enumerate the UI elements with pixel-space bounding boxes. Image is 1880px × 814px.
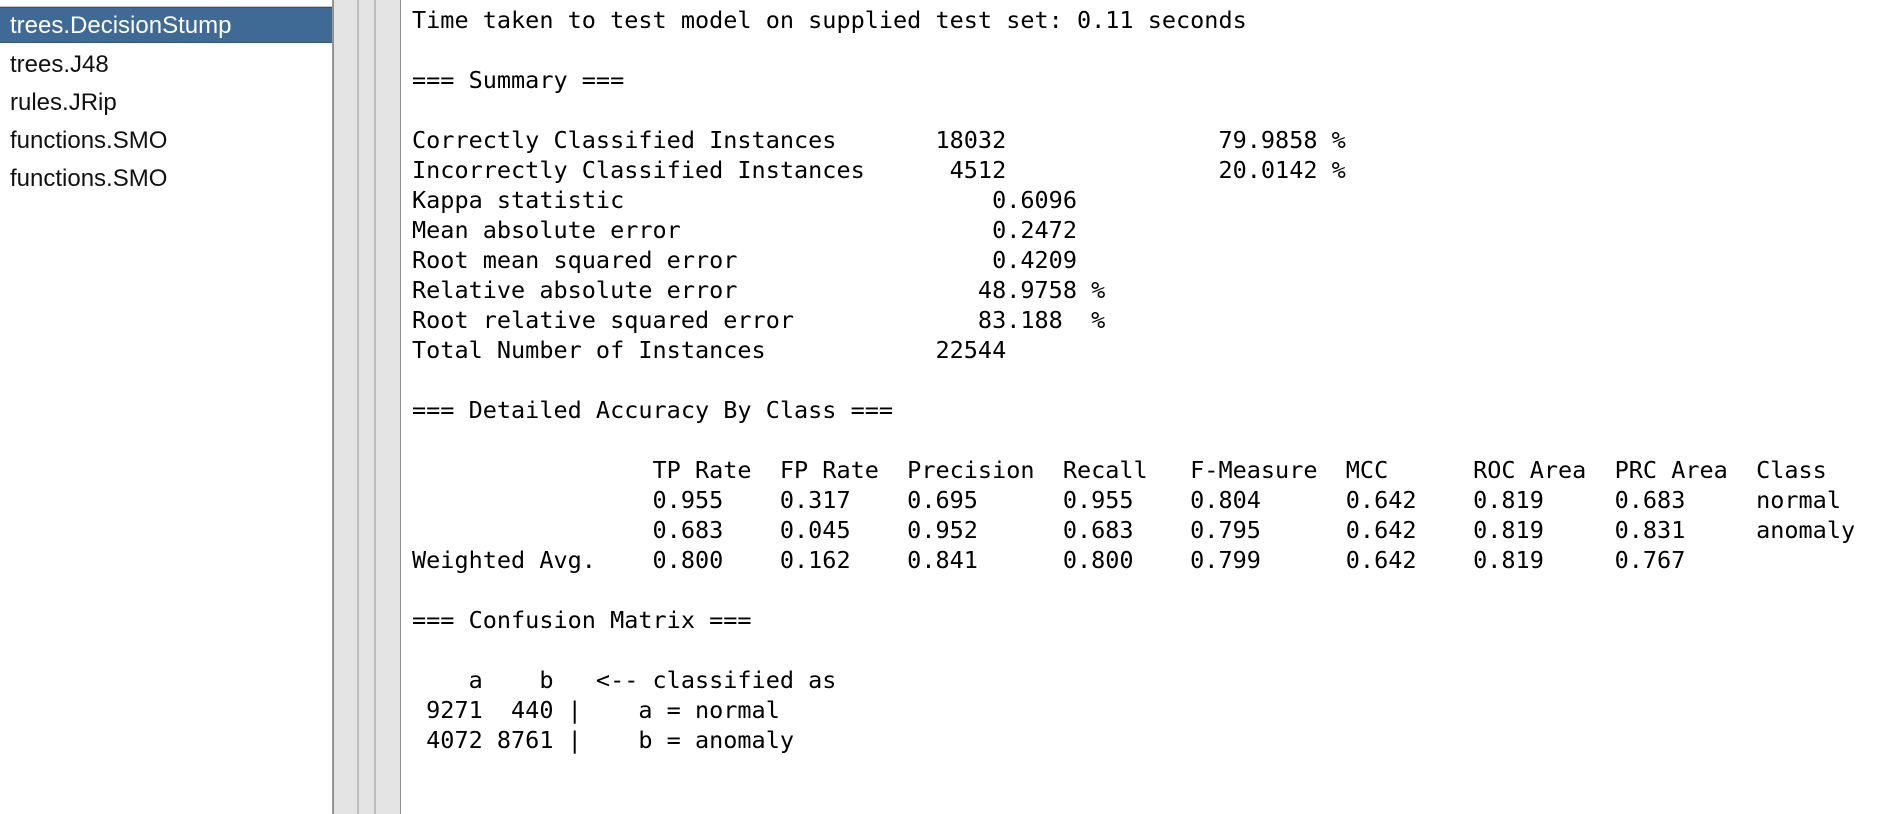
output-line: 4072 8761 | b = anomaly bbox=[412, 726, 795, 754]
output-line: Root relative squared error 83.188 % bbox=[412, 306, 1106, 334]
splitter-edge bbox=[333, 0, 334, 814]
weka-classifier-window: trees.DecisionStump trees.J48 rules.JRip… bbox=[0, 0, 1880, 814]
output-line: === Detailed Accuracy By Class === bbox=[412, 396, 894, 424]
splitter-grip-line bbox=[374, 0, 376, 814]
output-line: Kappa statistic 0.6096 bbox=[412, 186, 1077, 214]
output-line: Root mean squared error 0.4209 bbox=[412, 246, 1077, 274]
splitter-grip-line bbox=[357, 0, 359, 814]
output-line: a b <-- classified as bbox=[412, 666, 837, 694]
result-list-item-decision-stump[interactable]: trees.DecisionStump bbox=[0, 7, 332, 43]
output-line: 9271 440 | a = normal bbox=[412, 696, 780, 724]
result-list-item-j48[interactable]: trees.J48 bbox=[0, 47, 332, 83]
result-list-top-edge bbox=[0, 0, 332, 7]
output-line: Time taken to test model on supplied tes… bbox=[412, 6, 1247, 34]
output-line: === Confusion Matrix === bbox=[412, 606, 752, 634]
result-list-panel: trees.DecisionStump trees.J48 rules.JRip… bbox=[0, 0, 333, 814]
result-list-item-jrip[interactable]: rules.JRip bbox=[0, 85, 332, 121]
panel-splitter[interactable] bbox=[333, 0, 400, 814]
output-line: Relative absolute error 48.9758 % bbox=[412, 276, 1106, 304]
result-list-item-smo-2[interactable]: functions.SMO bbox=[0, 161, 332, 197]
output-line: === Summary === bbox=[412, 66, 625, 94]
output-line: Correctly Classified Instances 18032 79.… bbox=[412, 126, 1346, 154]
output-line: Mean absolute error 0.2472 bbox=[412, 216, 1077, 244]
result-list-item-smo-1[interactable]: functions.SMO bbox=[0, 123, 332, 159]
classifier-output-panel[interactable]: Time taken to test model on supplied tes… bbox=[400, 0, 1880, 814]
classifier-output-text: Time taken to test model on supplied tes… bbox=[412, 5, 1855, 755]
output-line: 0.683 0.045 0.952 0.683 0.795 0.642 0.81… bbox=[412, 516, 1856, 544]
output-line: Incorrectly Classified Instances 4512 20… bbox=[412, 156, 1346, 184]
output-line: Total Number of Instances 22544 bbox=[412, 336, 1007, 364]
output-line: 0.955 0.317 0.695 0.955 0.804 0.642 0.81… bbox=[412, 486, 1841, 514]
output-line: Weighted Avg. 0.800 0.162 0.841 0.800 0.… bbox=[412, 546, 1686, 574]
output-line: TP Rate FP Rate Precision Recall F-Measu… bbox=[412, 456, 1827, 484]
